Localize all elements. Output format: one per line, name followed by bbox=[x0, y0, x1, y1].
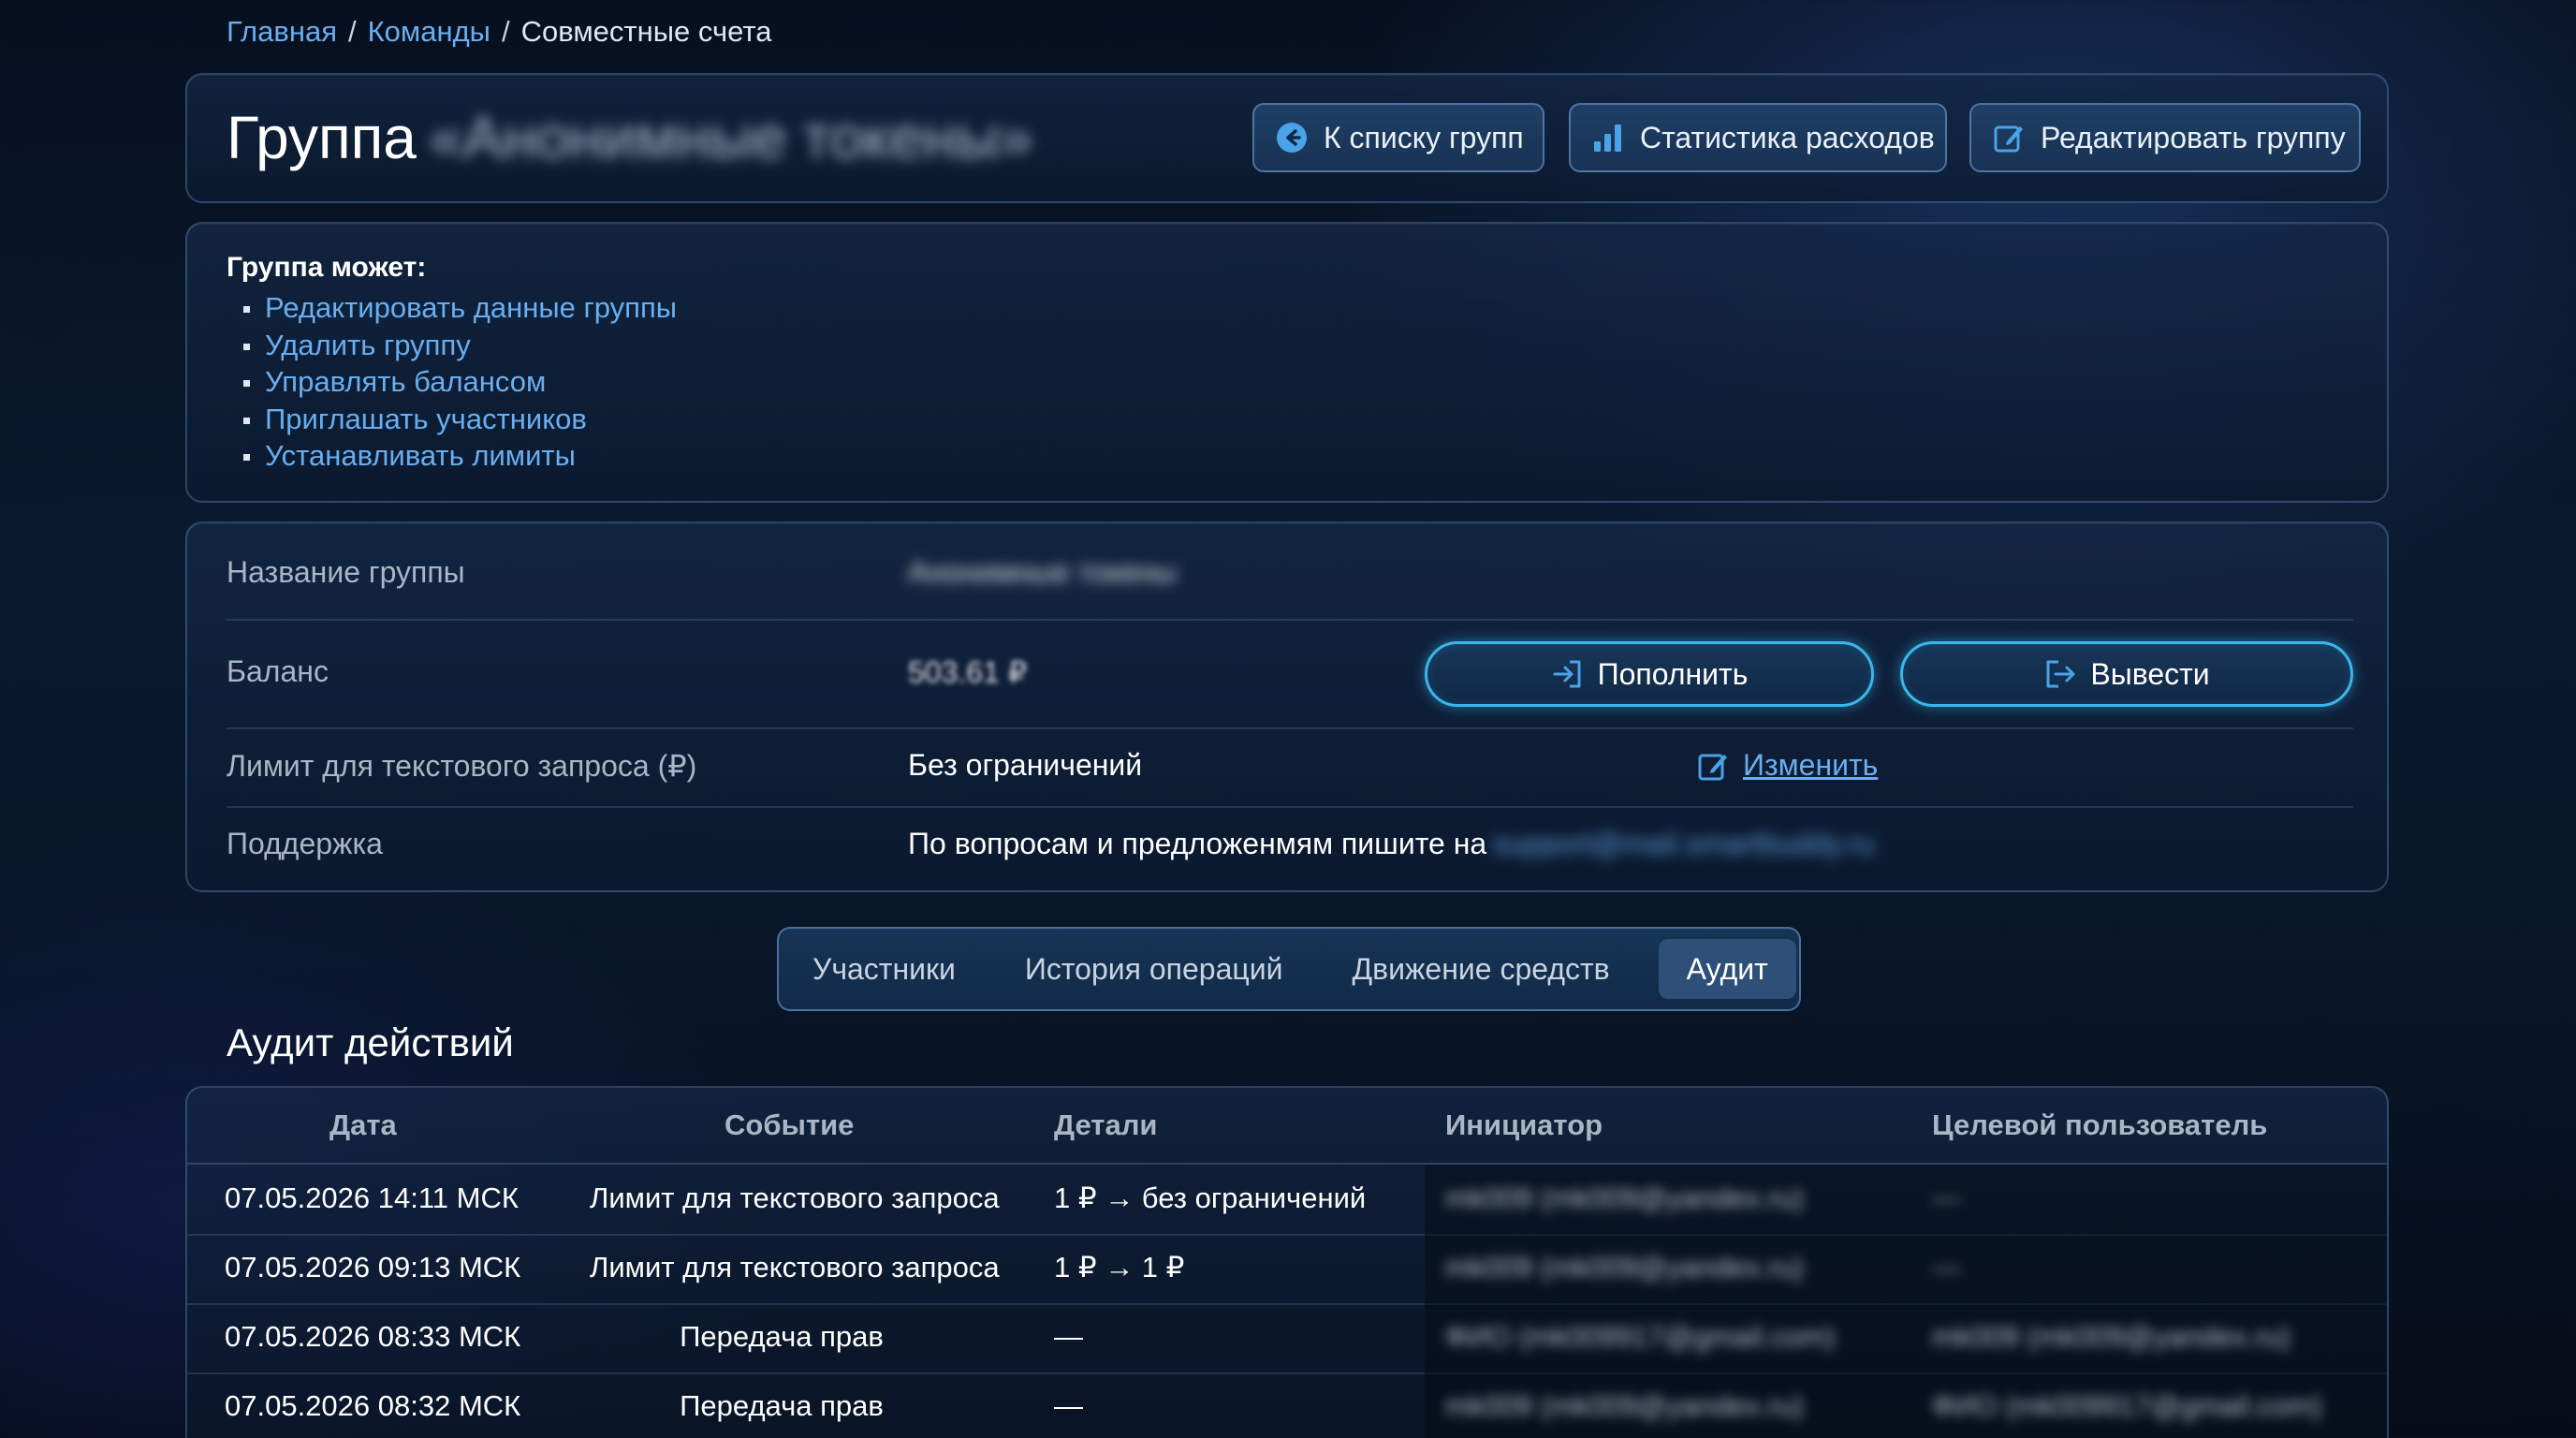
cell-target-user: mk009 (mk009@yandex.ru) bbox=[1932, 1320, 2291, 1353]
permission-item[interactable]: Управлять балансом bbox=[243, 363, 677, 401]
login-icon bbox=[1553, 660, 1581, 688]
section-tabs: Участники История операций Движение сред… bbox=[777, 927, 1801, 1011]
cell-details: — bbox=[1054, 1389, 1083, 1422]
breadcrumb-teams-link[interactable]: Команды bbox=[368, 15, 490, 48]
balance-value: 503.61 ₽ bbox=[908, 655, 1028, 689]
permissions-list: Редактировать данные группы Удалить груп… bbox=[243, 289, 677, 475]
cell-initiator: mk009 (mk009@yandex.ru) bbox=[1445, 1251, 1804, 1284]
audit-section-title: Аудит действий bbox=[227, 1020, 514, 1064]
text-limit-row: Лимит для текстового запроса (₽) Без огр… bbox=[227, 729, 2353, 808]
table-row: 07.05.2026 08:33 МСК Передача прав — ФИО… bbox=[187, 1303, 2387, 1374]
support-text: По вопросам и предложенмям пишите на supp… bbox=[908, 827, 1875, 861]
group-name-label: Название группы bbox=[227, 555, 465, 589]
cell-details: 1 ₽ → без ограничений bbox=[1054, 1181, 1367, 1214]
group-info-card: Название группы Анонимные токены Баланс … bbox=[185, 521, 2389, 892]
column-header-event: Событие bbox=[724, 1108, 855, 1141]
page-title-group-name: «Анонимные токены» bbox=[429, 104, 1033, 171]
support-row: Поддержка По вопросам и предложенмям пиш… bbox=[227, 808, 2353, 888]
cell-details: 1 ₽ → 1 ₽ bbox=[1054, 1251, 1185, 1284]
cell-event: Передача прав bbox=[680, 1389, 884, 1422]
table-row: 07.05.2026 08:32 МСК Передача прав — mk0… bbox=[187, 1372, 2387, 1438]
text-limit-value: Без ограничений bbox=[908, 748, 1143, 782]
withdraw-button[interactable]: Вывести bbox=[1900, 641, 2353, 707]
cell-initiator: mk009 (mk009@yandex.ru) bbox=[1445, 1181, 1804, 1214]
breadcrumb-separator: / bbox=[348, 15, 357, 48]
cell-event: Лимит для текстового запроса bbox=[590, 1251, 1000, 1284]
breadcrumb-current: Совместные счета bbox=[520, 15, 772, 48]
cell-details: — bbox=[1054, 1320, 1083, 1353]
tab-funds-movement[interactable]: Движение средств bbox=[1331, 939, 1630, 999]
cell-date: 07.05.2026 09:13 МСК bbox=[225, 1251, 521, 1284]
tab-members[interactable]: Участники bbox=[792, 939, 976, 999]
balance-label: Баланс bbox=[227, 654, 329, 688]
withdraw-label: Вывести bbox=[2090, 656, 2210, 691]
permissions-title: Группа может: bbox=[227, 252, 427, 283]
permission-item[interactable]: Редактировать данные группы bbox=[243, 289, 677, 327]
cell-target-user: — bbox=[1932, 1251, 1961, 1284]
support-message: По вопросам и предложенмям пишите на bbox=[908, 827, 1487, 860]
table-row: 07.05.2026 09:13 МСК Лимит для текстовог… bbox=[187, 1234, 2387, 1305]
logout-icon bbox=[2046, 660, 2075, 688]
edit-group-label: Редактировать группу bbox=[2041, 120, 2346, 154]
expense-stats-button[interactable]: Статистика расходов bbox=[1569, 103, 1947, 172]
cell-event: Передача прав bbox=[680, 1320, 884, 1353]
group-permissions-card: Группа может: Редактировать данные групп… bbox=[185, 222, 2389, 503]
table-header: Дата Событие Детали Инициатор Целевой по… bbox=[187, 1088, 2387, 1165]
permission-item[interactable]: Устанавливать лимиты bbox=[243, 437, 677, 475]
column-header-date: Дата bbox=[329, 1108, 397, 1141]
group-name-value: Анонимные токены bbox=[908, 555, 1177, 589]
page-title-prefix: Группа bbox=[227, 104, 417, 171]
tab-operations-history[interactable]: История операций bbox=[1004, 939, 1304, 999]
support-email-link[interactable]: support@mail.smartbuddy.ru bbox=[1492, 827, 1875, 861]
support-label: Поддержка bbox=[227, 827, 383, 860]
group-name-row: Название группы Анонимные токены bbox=[227, 533, 2353, 621]
page-title: Группа «Анонимные токены» bbox=[227, 103, 1032, 172]
permission-item[interactable]: Удалить группу bbox=[243, 327, 677, 364]
change-limit-label: Изменить bbox=[1743, 748, 1879, 782]
text-limit-label: Лимит для текстового запроса (₽) bbox=[227, 749, 697, 783]
column-header-initiator: Инициатор bbox=[1445, 1108, 1603, 1141]
cell-initiator: ФИО (mk009917@gmail.com) bbox=[1445, 1320, 1836, 1353]
bar-chart-icon bbox=[1594, 125, 1621, 152]
group-header-card: Группа «Анонимные токены» К списку групп … bbox=[185, 73, 2389, 203]
cell-initiator: mk009 (mk009@yandex.ru) bbox=[1445, 1389, 1804, 1422]
breadcrumb-separator: / bbox=[501, 15, 510, 48]
permission-item[interactable]: Приглашать участников bbox=[243, 401, 677, 438]
breadcrumb: Главная / Команды / Совместные счета bbox=[227, 15, 771, 49]
deposit-button[interactable]: Пополнить bbox=[1425, 641, 1874, 707]
edit-icon bbox=[1698, 754, 1727, 780]
change-limit-link[interactable]: Изменить bbox=[1696, 748, 1878, 783]
table-row: 07.05.2026 14:11 МСК Лимит для текстовог… bbox=[187, 1165, 2387, 1236]
deposit-label: Пополнить bbox=[1597, 656, 1749, 691]
cell-date: 07.05.2026 08:33 МСК bbox=[225, 1320, 521, 1353]
edit-group-button[interactable]: Редактировать группу bbox=[1969, 103, 2361, 172]
cell-date: 07.05.2026 08:32 МСК bbox=[225, 1389, 521, 1422]
cell-date: 07.05.2026 14:11 МСК bbox=[225, 1181, 519, 1214]
balance-row: Баланс 503.61 ₽ Пополнить Вывести bbox=[227, 621, 2353, 729]
cell-target-user: ФИО (mk009917@gmail.com) bbox=[1932, 1389, 2322, 1422]
edit-icon bbox=[1994, 125, 2023, 153]
breadcrumb-home-link[interactable]: Главная bbox=[227, 15, 337, 48]
back-to-groups-button[interactable]: К списку групп bbox=[1252, 103, 1544, 172]
cell-target-user: — bbox=[1932, 1181, 1961, 1214]
back-to-groups-label: К списку групп bbox=[1324, 120, 1524, 154]
cell-event: Лимит для текстового запроса bbox=[590, 1181, 1000, 1214]
tab-audit[interactable]: Аудит bbox=[1658, 939, 1796, 999]
arrow-left-circle-icon bbox=[1277, 123, 1307, 153]
column-header-target-user: Целевой пользователь bbox=[1932, 1108, 2268, 1141]
audit-table: Дата Событие Детали Инициатор Целевой по… bbox=[185, 1086, 2389, 1438]
expense-stats-label: Статистика расходов bbox=[1640, 120, 1935, 154]
column-header-details: Детали bbox=[1054, 1108, 1158, 1141]
